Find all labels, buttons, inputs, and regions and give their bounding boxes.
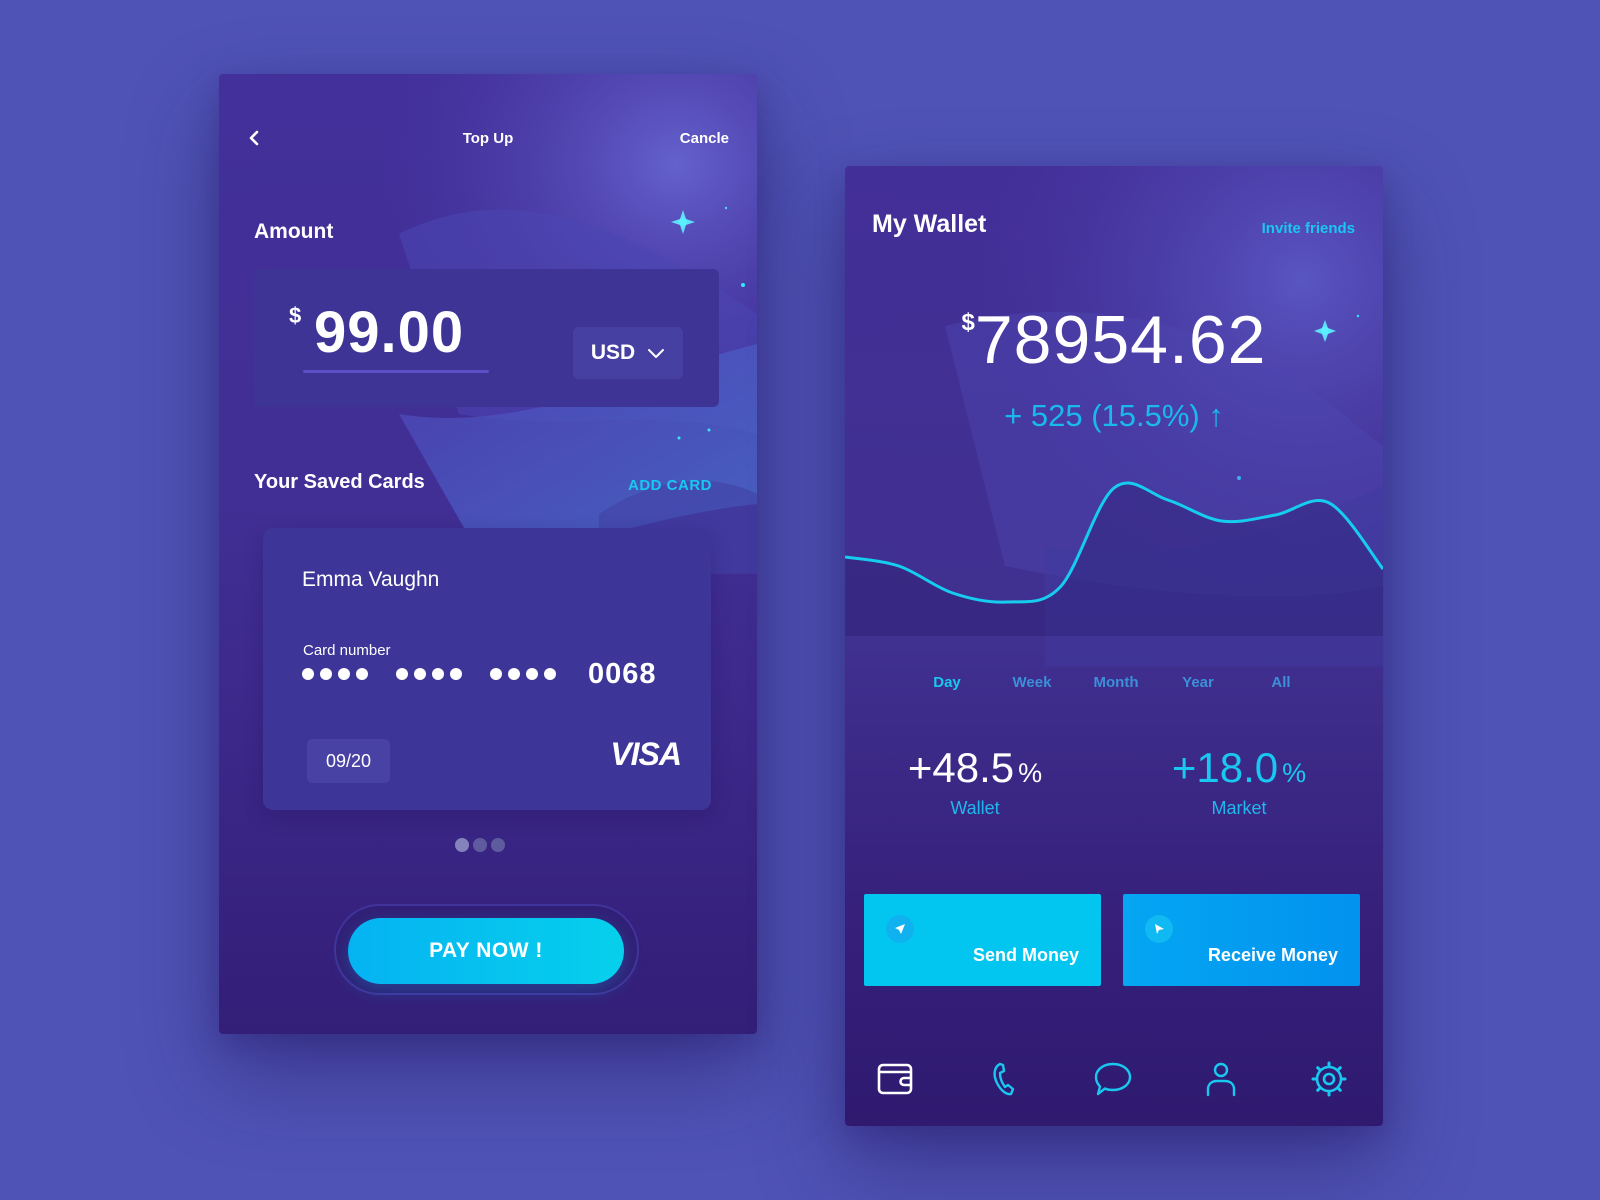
- send-money-button[interactable]: Send Money: [864, 894, 1101, 986]
- pay-now-button[interactable]: PAY NOW !: [348, 918, 624, 984]
- tab-day[interactable]: Day: [933, 674, 961, 691]
- chevron-down-icon: [648, 349, 665, 358]
- tab-month[interactable]: Month: [1094, 674, 1139, 691]
- send-money-label: Send Money: [972, 945, 1079, 965]
- tab-messages[interactable]: [1093, 1059, 1133, 1099]
- user-icon: [1206, 1062, 1236, 1097]
- card-expiry: 09/20: [307, 739, 390, 783]
- screen-title: Top Up: [462, 130, 514, 147]
- tab-wallet[interactable]: [875, 1059, 915, 1099]
- wallet-icon: [877, 1063, 913, 1095]
- card-holder-name: Emma Vaughn: [302, 568, 440, 591]
- receive-money-label: Receive Money: [1207, 945, 1338, 965]
- pager-dot[interactable]: [455, 838, 469, 852]
- receive-arrow-icon: [1145, 915, 1173, 943]
- amount-input-underline: [303, 370, 489, 373]
- amount-label: Amount: [254, 220, 334, 243]
- saved-card[interactable]: Emma Vaughn Card number 0068 09/20 VISA: [263, 528, 711, 810]
- balance-line-chart: [845, 481, 1383, 636]
- tab-week[interactable]: Week: [1013, 674, 1052, 691]
- page-title: My Wallet: [872, 210, 987, 238]
- stat-label: Wallet: [950, 798, 1000, 818]
- masked-card-number: [302, 668, 556, 680]
- balance-value: 78954.62: [974, 302, 1267, 378]
- settings-gear-icon: [1311, 1061, 1347, 1097]
- currency-symbol: $: [289, 303, 302, 328]
- tab-settings[interactable]: [1309, 1059, 1349, 1099]
- wallet-balance: $78954.62: [845, 301, 1383, 379]
- wallet-screen: My Wallet Invite friends $78954.62 + 525…: [845, 166, 1383, 1126]
- stat-label: Market: [1211, 798, 1267, 818]
- phone-icon: [993, 1062, 1015, 1096]
- currency-value: USD: [590, 341, 636, 364]
- masked-digit-group: [302, 668, 368, 680]
- tab-calls[interactable]: [984, 1059, 1024, 1099]
- tab-year[interactable]: Year: [1182, 674, 1214, 691]
- top-up-screen: Top Up Cancle Amount $ 99.00 USD Your Sa…: [219, 74, 757, 1034]
- stat-value: +48.5: [907, 744, 1015, 791]
- add-card-link[interactable]: ADD CARD: [628, 477, 712, 494]
- amount-input-box: $ 99.00 USD: [254, 269, 719, 407]
- masked-digit-group: [396, 668, 462, 680]
- amount-input[interactable]: 99.00: [314, 299, 464, 366]
- balance-change: + 525 (15.5%) ↑: [1004, 398, 1224, 433]
- card-number-label: Card number: [303, 642, 391, 659]
- stat-unit: %: [1018, 758, 1043, 788]
- tab-profile[interactable]: [1201, 1059, 1241, 1099]
- wallet-stat: +48.5% Wallet: [908, 744, 1042, 819]
- currency-dropdown[interactable]: USD: [573, 327, 683, 379]
- bottom-tab-bar: [845, 1059, 1383, 1109]
- market-stat: +18.0% Market: [1172, 744, 1306, 819]
- pager-dot[interactable]: [491, 838, 505, 852]
- stat-unit: %: [1282, 758, 1307, 788]
- invite-friends-link[interactable]: Invite friends: [1262, 220, 1355, 237]
- chat-bubble-icon: [1094, 1062, 1132, 1096]
- cancel-button[interactable]: Cancle: [680, 130, 729, 147]
- send-arrow-icon: [886, 915, 914, 943]
- visa-logo: VISA: [610, 736, 682, 772]
- card-pager: [455, 838, 505, 852]
- saved-cards-heading: Your Saved Cards: [254, 471, 425, 493]
- stat-value: +18.0: [1171, 744, 1279, 791]
- balance-currency-symbol: $: [961, 309, 975, 336]
- masked-digit-group: [490, 668, 556, 680]
- pager-dot[interactable]: [473, 838, 487, 852]
- tab-all[interactable]: All: [1271, 674, 1290, 691]
- receive-money-button[interactable]: Receive Money: [1123, 894, 1360, 986]
- card-last-four: 0068: [588, 658, 657, 690]
